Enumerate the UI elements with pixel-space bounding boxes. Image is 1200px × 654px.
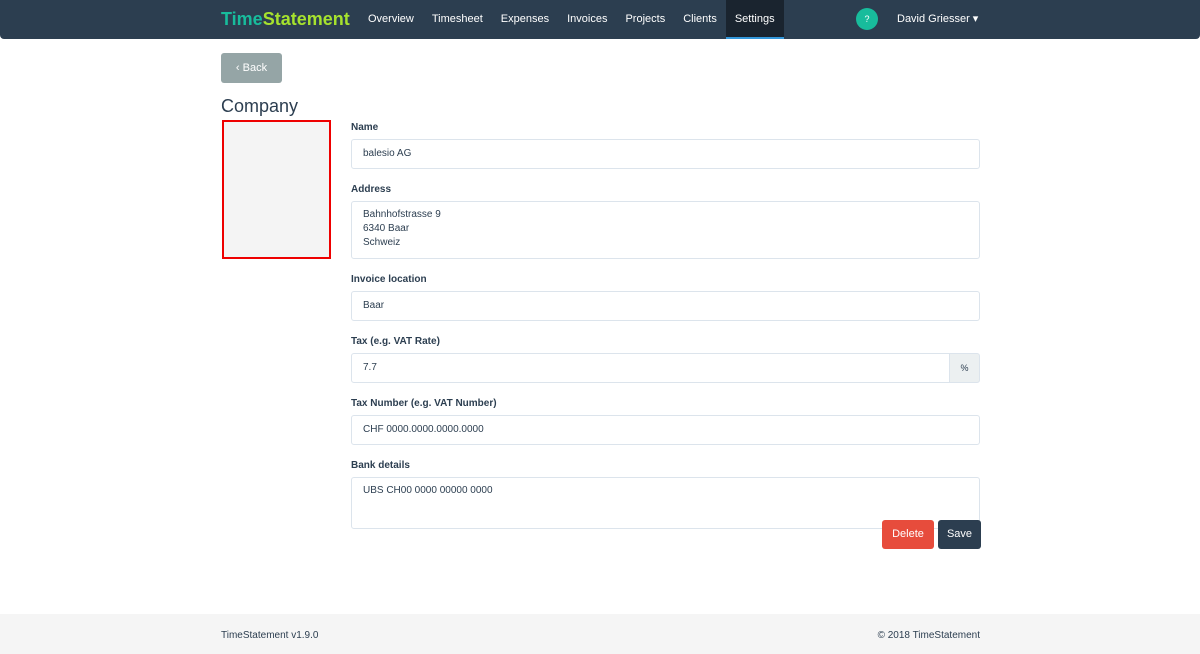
invoice-location-label: Invoice location	[351, 274, 427, 285]
percent-addon: %	[950, 353, 980, 383]
page-title: Company	[221, 96, 299, 116]
nav-invoices[interactable]: Invoices	[558, 0, 616, 39]
nav-settings[interactable]: Settings	[725, 0, 784, 39]
bank-label: Bank details	[351, 460, 410, 471]
nav-overview[interactable]: Overview	[359, 0, 423, 39]
navbar: TimeStatement Overview Timesheet Expense…	[0, 0, 1200, 39]
tax-input[interactable]: 7.7	[351, 353, 950, 383]
nav-clients[interactable]: Clients	[674, 0, 726, 39]
nav-projects[interactable]: Projects	[616, 0, 674, 39]
company-form: Name balesio AG Address Bahnhofstrasse 9…	[351, 122, 980, 544]
footer-copyright: © 2018 TimeStatement	[877, 630, 980, 641]
nav-timesheet[interactable]: Timesheet	[423, 0, 492, 39]
nav-expenses[interactable]: Expenses	[492, 0, 558, 39]
address-textarea[interactable]: Bahnhofstrasse 9 6340 Baar Schweiz	[351, 201, 980, 259]
address-label: Address	[351, 184, 392, 195]
name-label: Name	[351, 122, 379, 133]
help-icon[interactable]: ?	[856, 8, 878, 30]
tax-label: Tax (e.g. VAT Rate)	[351, 336, 440, 347]
brand-part: Time	[221, 9, 263, 29]
footer-version: TimeStatement v1.9.0	[221, 630, 319, 641]
tax-number-input[interactable]: CHF 0000.0000.0000.0000	[351, 415, 980, 445]
user-menu[interactable]: David Griesser ▾	[897, 0, 978, 39]
tax-number-label: Tax Number (e.g. VAT Number)	[351, 398, 497, 409]
back-button[interactable]: ‹ Back	[221, 53, 282, 83]
company-logo-upload[interactable]	[222, 120, 331, 259]
delete-button[interactable]: Delete	[882, 520, 934, 549]
invoice-location-input[interactable]: Baar	[351, 291, 980, 321]
brand-part: Statement	[262, 9, 350, 29]
save-button[interactable]: Save	[938, 520, 981, 549]
footer	[0, 614, 1200, 654]
name-input[interactable]: balesio AG	[351, 139, 980, 169]
brand-logo[interactable]: TimeStatement	[221, 9, 350, 30]
